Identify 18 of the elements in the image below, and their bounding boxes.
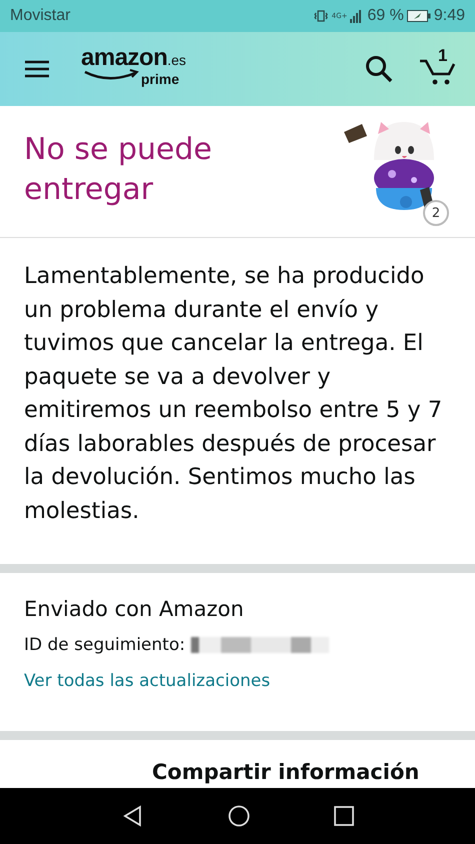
battery-percent: 69 % xyxy=(367,7,404,25)
quantity-badge: 2 xyxy=(423,200,449,226)
carrier-name: Movistar xyxy=(10,7,70,25)
menu-icon[interactable] xyxy=(25,60,49,78)
shipment-heading: Enviado con Amazon xyxy=(24,596,245,623)
recents-icon[interactable] xyxy=(334,806,354,826)
status-heading: No se puede entregar xyxy=(24,131,213,209)
search-icon[interactable] xyxy=(365,55,393,83)
cancellation-message: Lamentablemente, se ha producido un problema durante el envío y tuvimos que cancelar la entrega. El paquete se va a devolver y emitiremos un reembolso entre 5 y 7 días laborables después de procesar la devolución. Sentimos mucho las molestias. xyxy=(23,262,444,526)
clock-time: 9:49 xyxy=(434,7,465,25)
tracking-label: ID de seguimiento: xyxy=(24,634,186,657)
back-icon[interactable] xyxy=(122,805,144,827)
updates-link[interactable]: Ver todas las actualizaciones xyxy=(24,669,451,693)
vibrate-icon xyxy=(312,9,329,23)
amazon-prime-logo[interactable]: amazon.es prime xyxy=(81,47,193,91)
share-info-heading: Compartir información xyxy=(152,759,420,786)
home-icon[interactable] xyxy=(228,805,250,827)
battery-icon xyxy=(406,10,431,22)
